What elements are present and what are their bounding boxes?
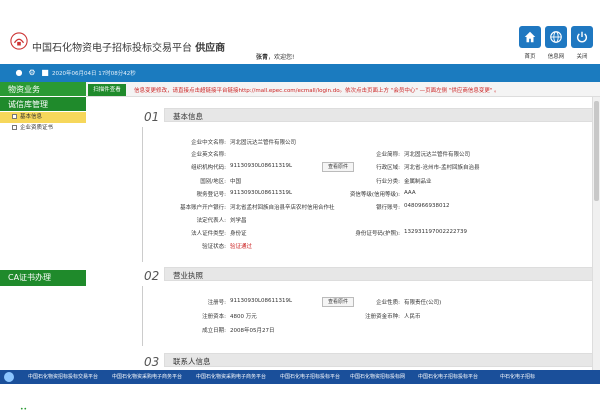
app-title: 中国石化物资电子招标投标交易平台 供应商 bbox=[32, 39, 225, 54]
gear-icon[interactable]: ⚙ bbox=[27, 68, 37, 78]
verification-status: 验证通过 bbox=[230, 244, 253, 250]
close-button[interactable] bbox=[571, 26, 593, 48]
power-icon bbox=[576, 31, 588, 43]
taskbar: 中国石化物资招标投标交易平台 中国石化物资采购电子商务平台 中国石化物资采购电子… bbox=[0, 370, 600, 384]
main-scrollbar[interactable] bbox=[592, 97, 600, 370]
tab-scan-view[interactable]: 扫描件查看 bbox=[88, 84, 126, 96]
greeting: 张青，欢迎您! bbox=[256, 52, 294, 61]
field-label: 银行账号: bbox=[376, 205, 400, 211]
section-header-license: 营业执照 bbox=[164, 267, 600, 281]
field-label: 法人证件类型: bbox=[191, 231, 226, 237]
field-value: 人民币 bbox=[404, 314, 421, 320]
field-value: 有限责任(公司) bbox=[404, 300, 442, 306]
field-value: 刘学昌 bbox=[230, 218, 247, 224]
info-net-button[interactable] bbox=[545, 26, 567, 48]
field-label: 企业中文名称: bbox=[191, 140, 226, 146]
section-number: 01 bbox=[144, 110, 160, 124]
field-label: 企业英文名称: bbox=[191, 152, 226, 158]
datetime: 2020年06月04日 17时08分42秒 bbox=[52, 71, 136, 77]
taskbar-item[interactable]: 中国石化物资招标投标交易平台 bbox=[28, 373, 98, 380]
field-label: 注册资金币种: bbox=[365, 314, 400, 320]
field-label: 组织机构代码: bbox=[191, 165, 226, 171]
section-number: 02 bbox=[144, 269, 160, 283]
globe-icon bbox=[550, 31, 562, 43]
field-value: 132931197002222739 bbox=[404, 229, 467, 235]
field-value: AAA bbox=[404, 190, 416, 196]
close-label: 关闭 bbox=[576, 54, 588, 60]
taskbar-item[interactable]: 中石化电子招标 bbox=[500, 373, 535, 380]
sidebar-subitem-label: 企业资质证书 bbox=[20, 125, 54, 131]
section-divider bbox=[142, 127, 143, 262]
home-button[interactable] bbox=[519, 26, 541, 48]
field-value: 91130930L08611319L bbox=[230, 298, 293, 304]
field-value: 身份证 bbox=[230, 231, 247, 237]
taskbar-item[interactable]: 中国石化电子招标投标平台 bbox=[418, 373, 478, 380]
app-title-role: 供应商 bbox=[195, 43, 226, 54]
field-label: 国别/地区: bbox=[200, 179, 226, 185]
field-value: 金属制品业 bbox=[404, 179, 432, 185]
sidebar-subitem-basic-info[interactable]: 基本信息 bbox=[0, 112, 86, 123]
sidebar-subitem-label: 基本信息 bbox=[20, 114, 43, 120]
field-label: 验证状态: bbox=[202, 244, 226, 250]
field-label: 基本账户开户银行: bbox=[180, 205, 226, 211]
chat-icon[interactable]: ● bbox=[14, 68, 24, 78]
field-value: 河北固沅达兰管件有限公司 bbox=[404, 152, 471, 158]
field-label: 注册资本: bbox=[202, 314, 226, 320]
user-icon[interactable]: ■ bbox=[40, 68, 50, 78]
field-label: 企业简称: bbox=[376, 152, 400, 158]
tab-bar: 扫描件查看 信息变更修改，请直接点击超链接平台链接http://mall.epe… bbox=[86, 82, 600, 97]
start-icon[interactable] bbox=[4, 372, 14, 382]
field-value: 91130930L08611319L bbox=[230, 190, 293, 196]
field-label: 成立日期: bbox=[202, 328, 226, 334]
field-value: 91130930L08611319L bbox=[230, 163, 293, 169]
field-value: 4800 万元 bbox=[230, 314, 257, 320]
app-title-main: 中国石化物资电子招标投标交易平台 bbox=[32, 43, 192, 54]
section-number: 03 bbox=[144, 355, 160, 369]
field-label: 身份证号码(护照): bbox=[355, 231, 400, 237]
taskbar-item[interactable]: 中国石化电子招标投标平台 bbox=[280, 373, 340, 380]
field-value: 河北固沅达兰管件有限公司 bbox=[230, 140, 297, 146]
home-icon bbox=[524, 31, 536, 43]
section-title: 联系人信息 bbox=[173, 357, 211, 366]
section-divider bbox=[142, 286, 143, 346]
field-label: 资信等级(信用等级): bbox=[349, 192, 400, 198]
user-name: 张青 bbox=[256, 54, 269, 61]
section-title: 营业执照 bbox=[173, 271, 203, 280]
loading-indicator-icon: •• bbox=[20, 406, 28, 413]
item-checkbox-icon bbox=[12, 125, 17, 130]
section-header-basic: 基本信息 bbox=[164, 108, 600, 122]
section-title: 基本信息 bbox=[173, 112, 203, 121]
field-value: 河北省孟村回族自治县辛店农村信用合作社 bbox=[230, 205, 335, 211]
field-value: 0480966938012 bbox=[404, 203, 450, 209]
field-label: 税务登记号: bbox=[196, 192, 226, 198]
taskbar-item[interactable]: 中国石化物资采购电子商务平台 bbox=[112, 373, 182, 380]
item-checkbox-icon bbox=[12, 114, 17, 119]
section-header-contacts: 联系人信息 bbox=[164, 353, 600, 367]
sidebar-item-ca-cert[interactable]: CA证书办理 bbox=[0, 270, 86, 286]
greeting-text: ，欢迎您! bbox=[268, 54, 295, 61]
sidebar-item-material-business[interactable]: 物资业务 bbox=[0, 82, 86, 97]
field-value: 河北省-沧州市-孟村回族自治县 bbox=[404, 165, 480, 171]
sinopec-logo bbox=[10, 32, 28, 50]
field-label: 法定代表人: bbox=[196, 218, 226, 224]
status-bar: ● ⚙ ■ 2020年06月04日 17时08分42秒 bbox=[0, 64, 600, 82]
app-header: 中国石化物资电子招标投标交易平台 供应商 张青，欢迎您! 首页 信息网 关闭 bbox=[0, 0, 600, 64]
notice-text: 信息变更修改，请直接点击超链接平台链接http://mall.epec.com/… bbox=[134, 88, 500, 94]
bottom-strip: •• bbox=[0, 384, 600, 420]
field-label: 行政区域: bbox=[376, 165, 400, 171]
field-label: 行业分类: bbox=[376, 179, 400, 185]
sidebar-item-integrity-db[interactable]: 诚信库管理 bbox=[0, 97, 86, 112]
field-label: 企业性质: bbox=[376, 300, 400, 306]
taskbar-item[interactable]: 中国石化物资采购电子商务平台 bbox=[196, 373, 266, 380]
scroll-thumb[interactable] bbox=[594, 101, 599, 201]
field-value: 2008年05月27日 bbox=[230, 328, 275, 334]
field-label: 注册号: bbox=[207, 300, 226, 306]
main-content: 01 基本信息 企业中文名称: 河北固沅达兰管件有限公司 企业英文名称: 组织机… bbox=[86, 97, 600, 370]
sidebar: 物资业务 诚信库管理 基本信息 企业资质证书 bbox=[0, 82, 86, 370]
field-value: 中国 bbox=[230, 179, 242, 185]
taskbar-item[interactable]: 中国石化物资招标投标网 bbox=[350, 373, 405, 380]
sidebar-subitem-qualification[interactable]: 企业资质证书 bbox=[0, 123, 86, 134]
